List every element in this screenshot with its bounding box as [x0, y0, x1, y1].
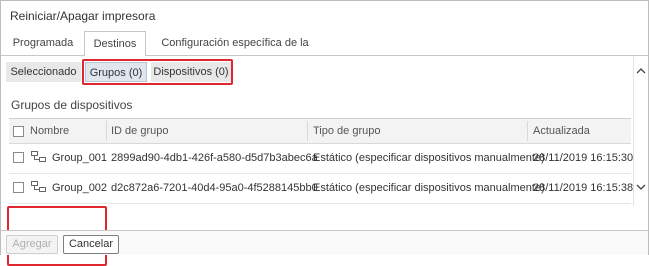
group-icon: [31, 181, 46, 192]
chevron-down-icon[interactable]: [636, 182, 646, 192]
add-button[interactable]: Agregar: [6, 235, 58, 254]
group-updated: 28/11/2019 16:15:38: [533, 182, 634, 194]
tab-configuracion[interactable]: Configuración específica de la tarea: [151, 31, 319, 73]
vertical-scrollbar[interactable]: [633, 56, 648, 206]
tab-programada[interactable]: Programada: [9, 31, 77, 55]
main-tab-bar: Programada Destinos Configuración especí…: [1, 31, 648, 73]
column-header-actualizada[interactable]: Actualizada: [533, 125, 590, 137]
table-row[interactable]: Group_001 2899ad90-4db1-426f-a580-d5d7b3…: [9, 144, 634, 174]
dialog-window: Reiniciar/Apagar impresora Programada De…: [0, 0, 649, 266]
grid-header: Nombre ID de grupo Tipo de grupo Actuali…: [9, 119, 631, 144]
select-all-checkbox[interactable]: [13, 126, 24, 137]
subtab-seleccionado[interactable]: Seleccionado: [6, 62, 81, 82]
subtab-grupos[interactable]: Grupos (0): [85, 62, 147, 82]
group-type: Estático (especificar dispositivos manua…: [313, 182, 545, 194]
chevron-up-icon[interactable]: [636, 66, 646, 76]
column-header-nombre[interactable]: Nombre: [30, 125, 69, 137]
table-row[interactable]: Group_002 d2c872a6-7201-40d4-95a0-4f5288…: [9, 174, 634, 204]
tab-destinos[interactable]: Destinos: [84, 31, 146, 57]
subtab-dispositivos[interactable]: Dispositivos (0): [151, 62, 231, 82]
group-icon: [31, 151, 46, 162]
group-updated: 28/11/2019 16:15:30: [533, 152, 634, 164]
group-name: Group_002: [52, 182, 108, 194]
column-separator: [527, 121, 528, 141]
group-type: Estático (especificar dispositivos manua…: [313, 152, 545, 164]
section-title: Grupos de dispositivos: [11, 98, 133, 112]
group-id: 2899ad90-4db1-426f-a580-d5d7b3abec6a: [111, 152, 318, 164]
group-name: Group_001: [52, 152, 108, 164]
column-separator: [307, 121, 308, 141]
row-checkbox[interactable]: [13, 152, 24, 163]
row-checkbox[interactable]: [13, 182, 24, 193]
column-header-tipo[interactable]: Tipo de grupo: [313, 125, 380, 137]
dialog-title: Reiniciar/Apagar impresora: [10, 9, 156, 23]
group-id: d2c872a6-7201-40d4-95a0-4f5288145bb0: [111, 182, 318, 194]
column-separator: [106, 121, 107, 141]
dialog-footer: Agregar Cancelar: [1, 230, 648, 255]
cancel-button[interactable]: Cancelar: [63, 235, 119, 254]
destinos-panel: Seleccionado Grupos (0) Dispositivos (0)…: [1, 56, 635, 266]
column-header-id[interactable]: ID de grupo: [111, 125, 168, 137]
